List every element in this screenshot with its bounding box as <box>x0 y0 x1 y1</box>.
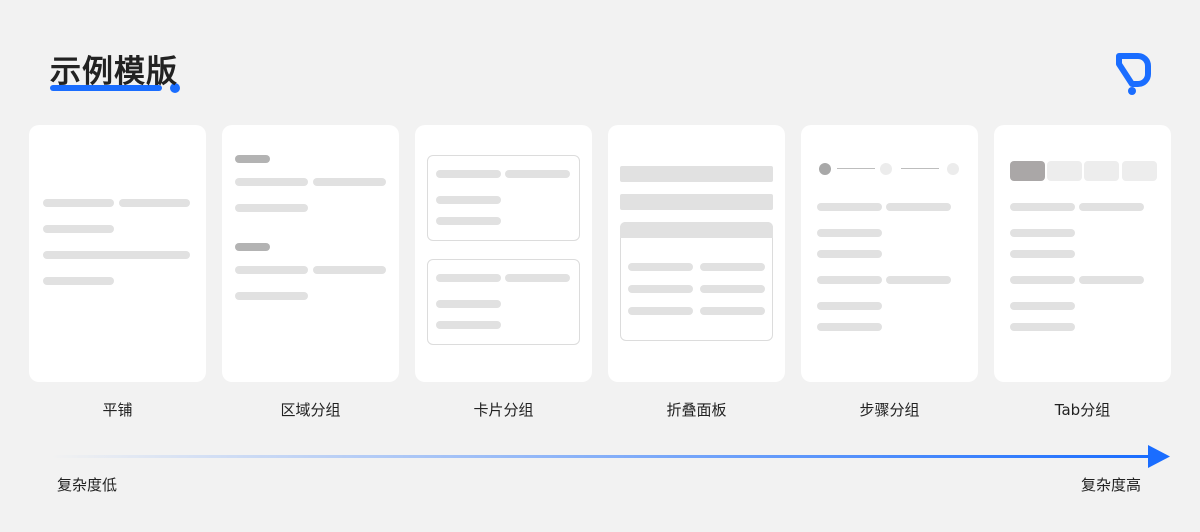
placeholder-bar <box>43 277 114 285</box>
placeholder-bar <box>817 229 882 237</box>
axis-label-low: 复杂度低 <box>57 476 118 494</box>
card-label-card-group: 卡片分组 <box>473 401 534 419</box>
tab-placeholder-active <box>1010 161 1045 181</box>
placeholder-bar <box>817 323 882 331</box>
inner-card <box>427 155 580 241</box>
placeholder-bar <box>436 217 501 225</box>
placeholder-bar <box>313 266 386 274</box>
placeholder-bar <box>1079 276 1144 284</box>
step-indicator <box>947 163 959 175</box>
template-card-region-group[interactable] <box>222 125 399 382</box>
tab-placeholder <box>1084 161 1119 181</box>
placeholder-bar <box>436 300 501 308</box>
placeholder-bar <box>313 178 386 186</box>
placeholder-bar <box>817 250 882 258</box>
card-label-flat: 平铺 <box>102 401 133 419</box>
template-card-steps-group[interactable] <box>801 125 978 382</box>
placeholder-bar <box>43 251 190 259</box>
placeholder-bar <box>1010 229 1075 237</box>
tab-placeholder <box>1122 161 1157 181</box>
section-heading-bar <box>235 155 270 163</box>
collapsed-panel-header <box>620 166 773 182</box>
section-heading-bar <box>235 243 270 251</box>
placeholder-bar <box>1010 250 1075 258</box>
complexity-arrow <box>50 445 1170 468</box>
placeholder-bar <box>1010 302 1075 310</box>
placeholder-bar <box>700 307 765 315</box>
placeholder-bar <box>235 178 308 186</box>
placeholder-bar <box>817 276 882 284</box>
placeholder-bar <box>886 276 951 284</box>
placeholder-bar <box>235 266 308 274</box>
template-card-collapse-panel[interactable] <box>608 125 785 382</box>
placeholder-bar <box>1010 276 1075 284</box>
card-label-collapse-panel: 折叠面板 <box>666 401 727 419</box>
placeholder-bar <box>436 321 501 329</box>
placeholder-bar <box>43 225 114 233</box>
placeholder-bar <box>1079 203 1144 211</box>
placeholder-bar <box>700 285 765 293</box>
template-card-flat[interactable] <box>29 125 206 382</box>
step-connector <box>901 168 939 169</box>
page-title-group: 示例模版 <box>50 52 180 93</box>
placeholder-bar <box>436 274 501 282</box>
axis-label-high: 复杂度高 <box>1081 476 1142 494</box>
placeholder-bar <box>505 170 570 178</box>
placeholder-bar <box>817 203 882 211</box>
placeholder-bar <box>235 292 308 300</box>
placeholder-bar <box>436 170 501 178</box>
tab-placeholder <box>1047 161 1082 181</box>
placeholder-bar <box>235 204 308 212</box>
card-label-tab-group: Tab分组 <box>1054 401 1111 419</box>
placeholder-bar <box>1010 203 1075 211</box>
placeholder-bar <box>886 203 951 211</box>
placeholder-bar <box>119 199 190 207</box>
step-indicator <box>880 163 892 175</box>
placeholder-bar <box>1010 323 1075 331</box>
expanded-panel-header <box>620 222 773 238</box>
template-card-tab-group[interactable] <box>994 125 1171 382</box>
placeholder-bar <box>436 196 501 204</box>
page-title: 示例模版 <box>50 54 178 90</box>
placeholder-bar <box>628 263 693 271</box>
placeholder-bar <box>628 285 693 293</box>
card-label-region-group: 区域分组 <box>280 401 341 419</box>
step-connector <box>837 168 875 169</box>
expanded-panel <box>620 222 773 341</box>
collapsed-panel-header <box>620 194 773 210</box>
placeholder-bar <box>43 199 114 207</box>
inner-card <box>427 259 580 345</box>
card-label-steps-group: 步骤分组 <box>859 401 920 419</box>
placeholder-bar <box>700 263 765 271</box>
step-indicator-active <box>819 163 831 175</box>
placeholder-bar <box>628 307 693 315</box>
brand-logo-icon <box>1116 53 1151 95</box>
placeholder-bar <box>505 274 570 282</box>
placeholder-bar <box>817 302 882 310</box>
template-card-card-group[interactable] <box>415 125 592 382</box>
